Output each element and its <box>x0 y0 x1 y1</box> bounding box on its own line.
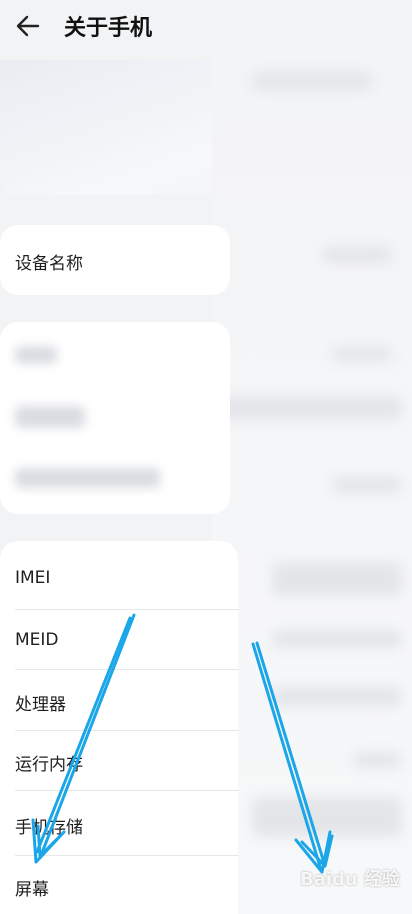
annotation-arrows <box>31 613 334 874</box>
baidu-watermark: Baidu 经验 <box>300 869 401 890</box>
arrow-left-icon <box>31 613 136 864</box>
arrow-right-icon <box>251 641 334 874</box>
